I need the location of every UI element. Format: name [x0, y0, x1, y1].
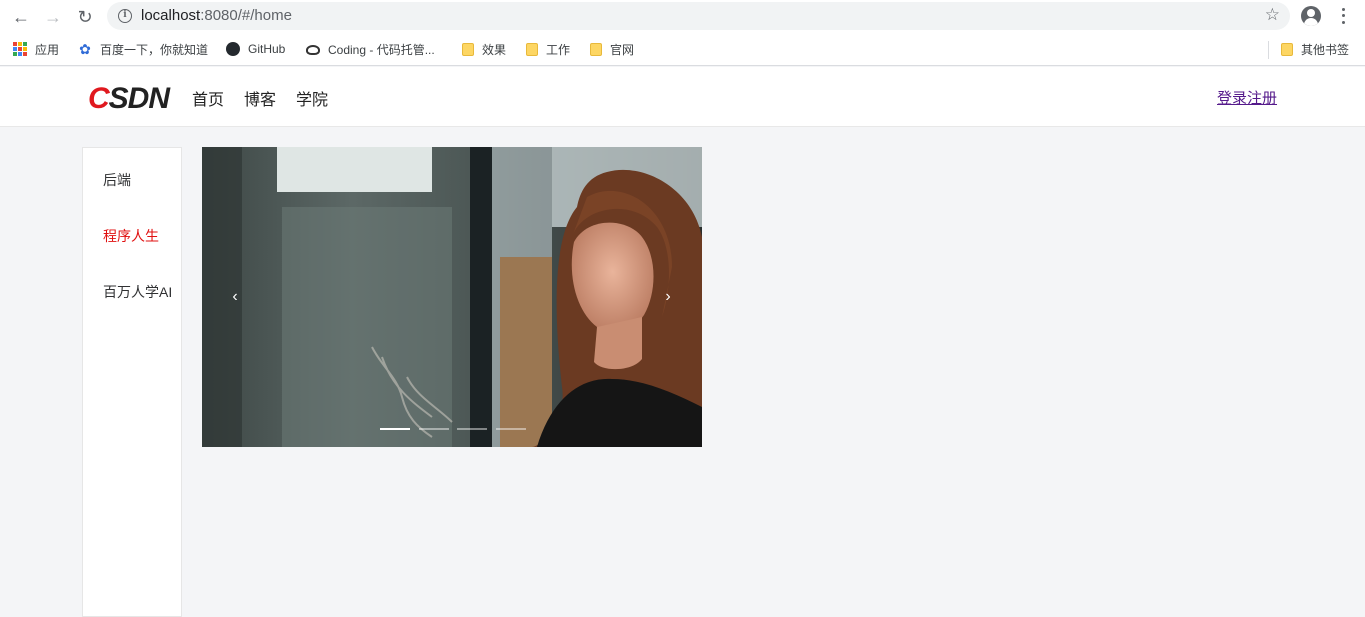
- bookmarks-divider: [1268, 41, 1269, 59]
- nav-academy[interactable]: 学院: [296, 86, 328, 110]
- forward-arrow-icon[interactable]: →: [42, 6, 64, 28]
- bookmark-label: 效果: [482, 42, 507, 57]
- carousel-indicator-2[interactable]: [418, 428, 449, 430]
- menu-item-backend[interactable]: 后端: [103, 170, 131, 190]
- folder-icon: [462, 42, 474, 56]
- login-register-link[interactable]: 登录注册: [1217, 87, 1277, 108]
- reload-icon[interactable]: ↻: [74, 6, 96, 28]
- browser-menu-icon[interactable]: [1337, 6, 1349, 26]
- site-header: CSDN 首页 博客 学院 登录注册: [0, 67, 1365, 127]
- folder-icon: [1281, 42, 1293, 56]
- bookmark-folder-official[interactable]: 官网: [590, 41, 634, 57]
- carousel-indicators: [380, 428, 526, 434]
- bookmark-folder-work[interactable]: 工作: [526, 41, 570, 57]
- bookmarks-bar: 应用 ✿ 百度一下，你就知道 GitHub Coding - 代码托管... 效…: [0, 33, 1365, 66]
- side-menu: 后端 程序人生 百万人学AI: [82, 147, 182, 617]
- carousel-slide-image: [202, 147, 702, 447]
- site-info-icon[interactable]: i: [118, 9, 132, 23]
- bookmark-coding[interactable]: Coding - 代码托管...: [306, 41, 435, 57]
- bookmark-github[interactable]: GitHub: [226, 41, 285, 57]
- bookmark-label: 应用: [35, 42, 60, 57]
- folder-icon: [590, 42, 602, 56]
- coding-icon: [306, 45, 320, 55]
- bookmark-apps[interactable]: 应用: [13, 41, 59, 57]
- address-bar[interactable]: i localhost:8080/#/home ☆: [107, 2, 1290, 30]
- carousel-indicator-1[interactable]: [380, 428, 410, 430]
- image-carousel[interactable]: ‹ ›: [202, 147, 702, 447]
- carousel-indicator-3[interactable]: [457, 428, 488, 430]
- menu-item-programmer-life[interactable]: 程序人生: [103, 226, 159, 246]
- bookmark-label: Coding - 代码托管...: [328, 42, 435, 57]
- logo-text: CSDN: [88, 82, 171, 112]
- back-arrow-icon[interactable]: ←: [10, 6, 32, 28]
- csdn-logo[interactable]: CSDN: [88, 82, 176, 112]
- nav-home[interactable]: 首页: [192, 86, 224, 110]
- bookmark-label: 官网: [610, 42, 635, 57]
- apps-grid-icon: [13, 42, 27, 56]
- url-text[interactable]: localhost:8080/#/home: [141, 7, 292, 24]
- bookmark-label: 工作: [546, 42, 571, 57]
- nav-blog[interactable]: 博客: [244, 86, 276, 110]
- carousel-next-arrow-icon[interactable]: ›: [658, 287, 678, 307]
- carousel-prev-arrow-icon[interactable]: ‹: [225, 287, 245, 307]
- bookmark-baidu[interactable]: ✿ 百度一下，你就知道: [78, 41, 208, 57]
- profile-avatar-icon[interactable]: [1301, 6, 1321, 26]
- browser-toolbar: ← → ↻ i localhost:8080/#/home ☆: [0, 0, 1365, 33]
- github-icon: [226, 42, 240, 56]
- carousel-indicator-4[interactable]: [495, 428, 526, 430]
- bookmark-star-icon[interactable]: ☆: [1265, 5, 1280, 25]
- bookmark-folder-effects[interactable]: 效果: [462, 41, 506, 57]
- menu-item-ai[interactable]: 百万人学AI: [103, 282, 172, 302]
- url-path: :8080/#/home: [200, 7, 292, 24]
- bookmark-label: 百度一下，你就知道: [100, 42, 209, 57]
- url-host: localhost: [141, 7, 201, 24]
- folder-icon: [526, 42, 538, 56]
- bookmark-label: GitHub: [248, 42, 286, 56]
- baidu-paw-icon: ✿: [79, 41, 91, 57]
- bookmark-folder-other[interactable]: 其他书签: [1281, 41, 1349, 57]
- bookmark-label: 其他书签: [1301, 42, 1350, 57]
